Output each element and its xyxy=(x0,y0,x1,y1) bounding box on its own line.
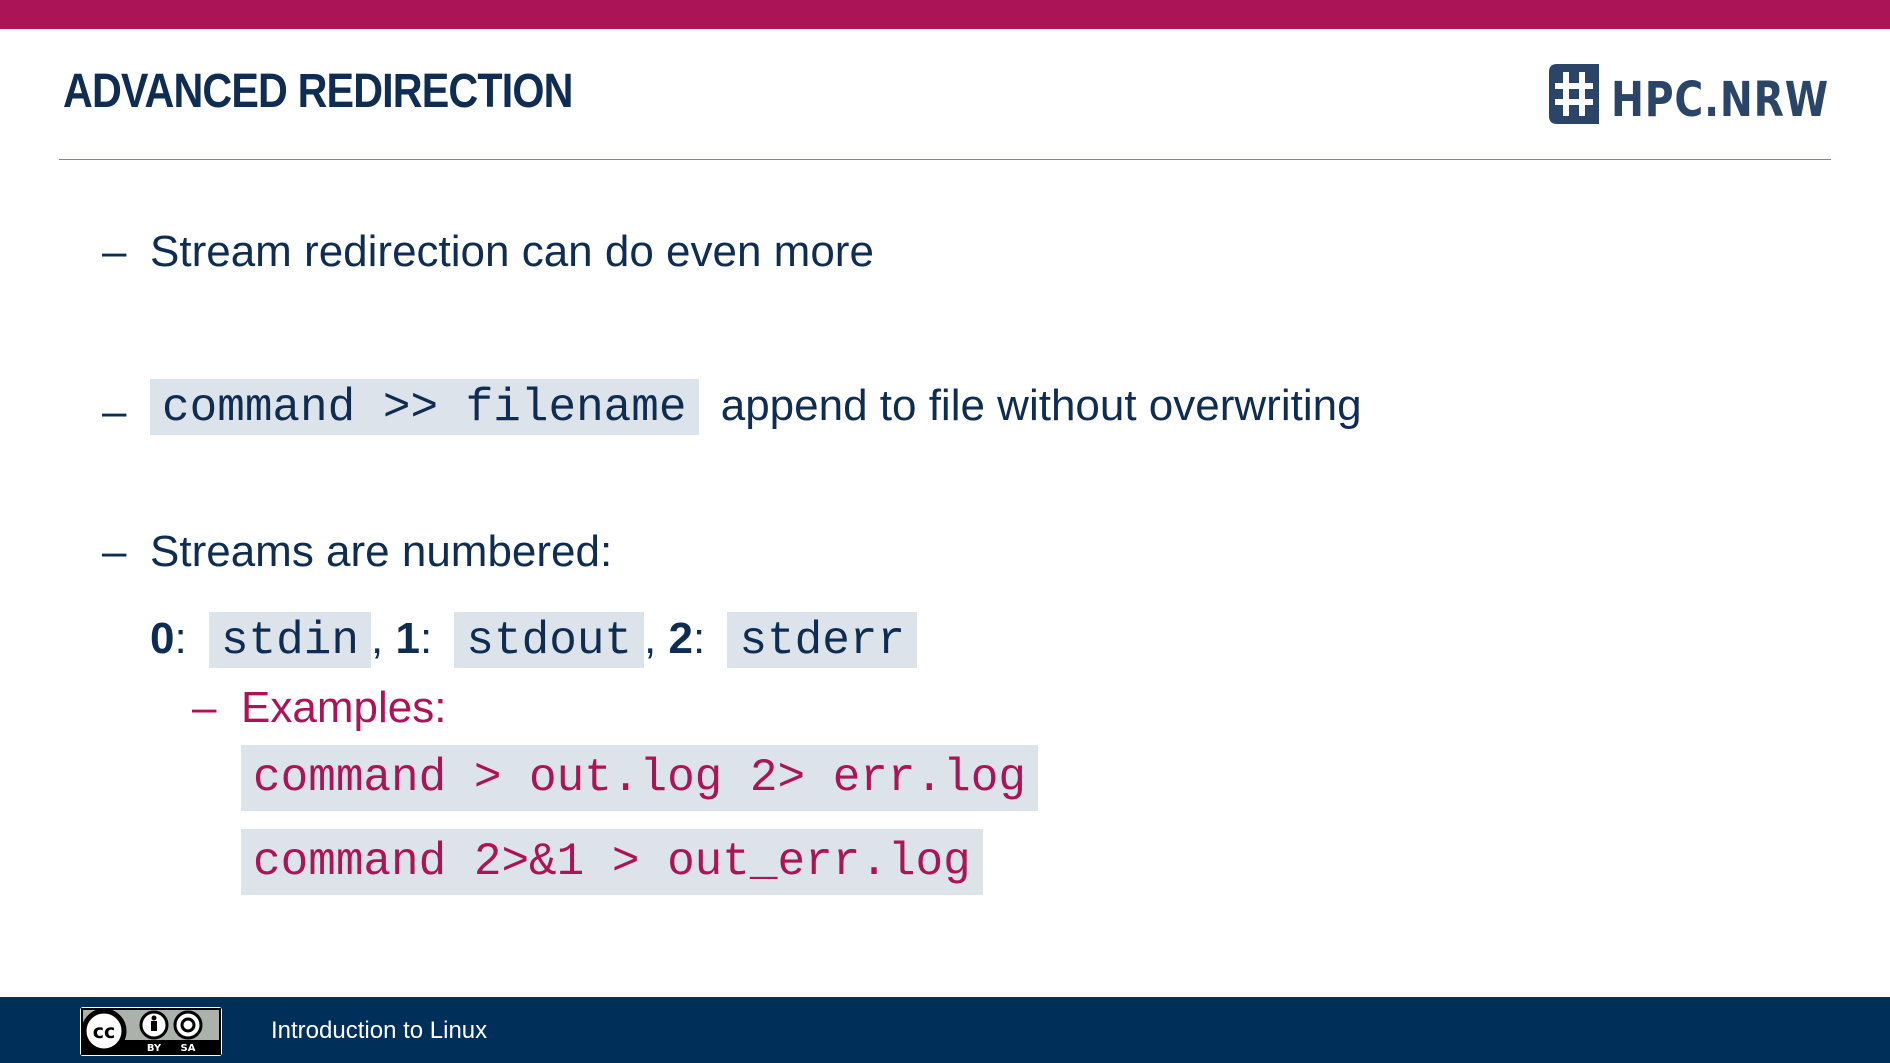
example-1: command > out.log 2> err.log xyxy=(241,745,1038,811)
hpc-nrw-logo: HPC.NRW xyxy=(1549,60,1877,128)
code-example-2: command 2>&1 > out_err.log xyxy=(241,829,983,895)
code-stdin: stdin xyxy=(208,612,371,668)
stream-number-2: 2 xyxy=(668,614,693,663)
colon: : xyxy=(419,614,433,663)
colon: : xyxy=(174,614,187,663)
examples-label: Examples: xyxy=(241,683,447,732)
sub-bullet-dash: – xyxy=(192,683,217,732)
comma: , xyxy=(370,614,384,663)
footer-course-title: Introduction to Linux xyxy=(271,1017,488,1044)
code-stdout: stdout xyxy=(454,612,645,668)
stream-number-0: 0 xyxy=(150,614,175,663)
bullet-streams-numbered: Streams are numbered: xyxy=(150,527,613,576)
title-divider xyxy=(59,159,1831,160)
license-by: BY xyxy=(147,1043,162,1054)
streams-line: 0: stdin, 1: stdout, 2: stderr xyxy=(150,612,918,668)
slide-title: ADVANCED REDIRECTION xyxy=(63,65,573,118)
hash-logo-icon xyxy=(1549,64,1599,124)
code-append: command >> filename xyxy=(150,379,699,435)
logo-text: HPC.NRW xyxy=(1611,72,1830,128)
top-accent-bar xyxy=(0,0,1890,29)
bullet-dash: – xyxy=(102,227,127,276)
cc-by-sa-badge: cc BY SA xyxy=(80,1007,222,1056)
bullet-append: command >> filename append to file witho… xyxy=(150,379,1362,435)
stream-number-1: 1 xyxy=(395,614,420,663)
code-example-1: command > out.log 2> err.log xyxy=(241,745,1038,811)
bullet-stream-redirection: Stream redirection can do even more xyxy=(150,227,874,276)
example-2: command 2>&1 > out_err.log xyxy=(241,829,983,895)
colon: : xyxy=(693,614,706,663)
comma: , xyxy=(644,614,657,663)
code-stderr: stderr xyxy=(727,612,918,668)
license-sa: SA xyxy=(181,1043,196,1054)
svg-text:cc: cc xyxy=(93,1021,116,1043)
bullet-dash: – xyxy=(102,527,127,576)
bullet-dash: – xyxy=(102,387,127,436)
append-description: append to file without overwriting xyxy=(720,381,1362,430)
